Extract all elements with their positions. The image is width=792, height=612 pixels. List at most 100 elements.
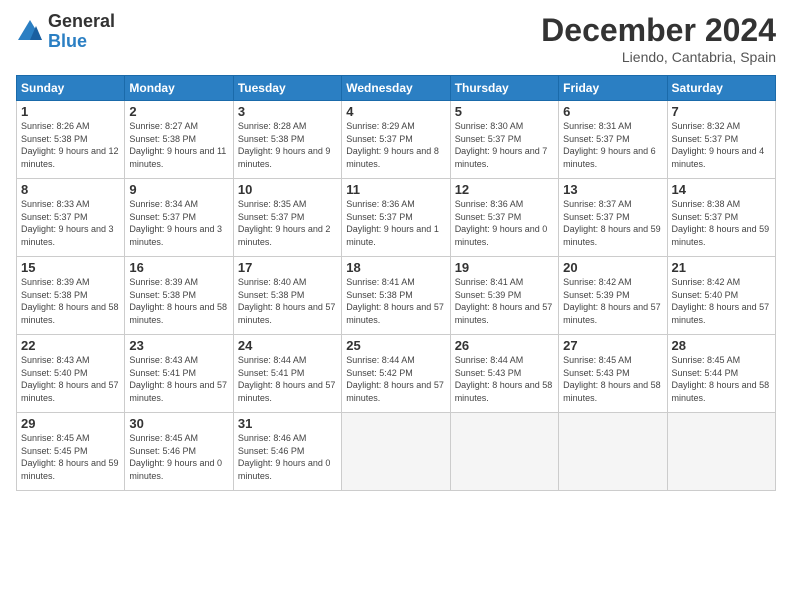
day-info: Sunrise: 8:31 AMSunset: 5:37 PMDaylight:… <box>563 120 662 170</box>
calendar-cell: 27Sunrise: 8:45 AMSunset: 5:43 PMDayligh… <box>559 335 667 413</box>
day-info: Sunrise: 8:33 AMSunset: 5:37 PMDaylight:… <box>21 198 120 248</box>
day-info: Sunrise: 8:43 AMSunset: 5:40 PMDaylight:… <box>21 354 120 404</box>
day-number: 31 <box>238 416 337 431</box>
day-info: Sunrise: 8:29 AMSunset: 5:37 PMDaylight:… <box>346 120 445 170</box>
calendar-table: Sunday Monday Tuesday Wednesday Thursday… <box>16 75 776 491</box>
col-monday: Monday <box>125 76 233 101</box>
calendar-cell: 25Sunrise: 8:44 AMSunset: 5:42 PMDayligh… <box>342 335 450 413</box>
day-number: 25 <box>346 338 445 353</box>
col-thursday: Thursday <box>450 76 558 101</box>
month-title: December 2024 <box>541 12 776 49</box>
calendar-cell: 20Sunrise: 8:42 AMSunset: 5:39 PMDayligh… <box>559 257 667 335</box>
day-number: 23 <box>129 338 228 353</box>
calendar-cell: 19Sunrise: 8:41 AMSunset: 5:39 PMDayligh… <box>450 257 558 335</box>
day-info: Sunrise: 8:28 AMSunset: 5:38 PMDaylight:… <box>238 120 337 170</box>
day-number: 3 <box>238 104 337 119</box>
calendar-cell: 8Sunrise: 8:33 AMSunset: 5:37 PMDaylight… <box>17 179 125 257</box>
day-number: 21 <box>672 260 771 275</box>
day-info: Sunrise: 8:39 AMSunset: 5:38 PMDaylight:… <box>21 276 120 326</box>
day-info: Sunrise: 8:40 AMSunset: 5:38 PMDaylight:… <box>238 276 337 326</box>
day-info: Sunrise: 8:34 AMSunset: 5:37 PMDaylight:… <box>129 198 228 248</box>
calendar-cell: 1Sunrise: 8:26 AMSunset: 5:38 PMDaylight… <box>17 101 125 179</box>
day-number: 19 <box>455 260 554 275</box>
day-number: 18 <box>346 260 445 275</box>
day-number: 11 <box>346 182 445 197</box>
day-info: Sunrise: 8:42 AMSunset: 5:40 PMDaylight:… <box>672 276 771 326</box>
day-info: Sunrise: 8:32 AMSunset: 5:37 PMDaylight:… <box>672 120 771 170</box>
col-sunday: Sunday <box>17 76 125 101</box>
calendar-week-1: 1Sunrise: 8:26 AMSunset: 5:38 PMDaylight… <box>17 101 776 179</box>
col-wednesday: Wednesday <box>342 76 450 101</box>
calendar-cell: 30Sunrise: 8:45 AMSunset: 5:46 PMDayligh… <box>125 413 233 491</box>
calendar-cell: 15Sunrise: 8:39 AMSunset: 5:38 PMDayligh… <box>17 257 125 335</box>
calendar-cell: 10Sunrise: 8:35 AMSunset: 5:37 PMDayligh… <box>233 179 341 257</box>
calendar-cell: 31Sunrise: 8:46 AMSunset: 5:46 PMDayligh… <box>233 413 341 491</box>
day-number: 4 <box>346 104 445 119</box>
logo-icon <box>16 18 44 46</box>
calendar-cell: 24Sunrise: 8:44 AMSunset: 5:41 PMDayligh… <box>233 335 341 413</box>
day-info: Sunrise: 8:36 AMSunset: 5:37 PMDaylight:… <box>455 198 554 248</box>
calendar-cell: 3Sunrise: 8:28 AMSunset: 5:38 PMDaylight… <box>233 101 341 179</box>
calendar-cell: 26Sunrise: 8:44 AMSunset: 5:43 PMDayligh… <box>450 335 558 413</box>
day-info: Sunrise: 8:41 AMSunset: 5:38 PMDaylight:… <box>346 276 445 326</box>
day-number: 14 <box>672 182 771 197</box>
calendar-week-3: 15Sunrise: 8:39 AMSunset: 5:38 PMDayligh… <box>17 257 776 335</box>
day-info: Sunrise: 8:45 AMSunset: 5:46 PMDaylight:… <box>129 432 228 482</box>
day-number: 2 <box>129 104 228 119</box>
day-info: Sunrise: 8:35 AMSunset: 5:37 PMDaylight:… <box>238 198 337 248</box>
day-number: 1 <box>21 104 120 119</box>
day-info: Sunrise: 8:41 AMSunset: 5:39 PMDaylight:… <box>455 276 554 326</box>
day-number: 22 <box>21 338 120 353</box>
logo-general: General <box>48 12 115 32</box>
day-info: Sunrise: 8:44 AMSunset: 5:42 PMDaylight:… <box>346 354 445 404</box>
calendar-cell <box>559 413 667 491</box>
day-info: Sunrise: 8:44 AMSunset: 5:43 PMDaylight:… <box>455 354 554 404</box>
logo: General Blue <box>16 12 115 52</box>
calendar-cell: 22Sunrise: 8:43 AMSunset: 5:40 PMDayligh… <box>17 335 125 413</box>
calendar-cell: 9Sunrise: 8:34 AMSunset: 5:37 PMDaylight… <box>125 179 233 257</box>
calendar-cell <box>342 413 450 491</box>
calendar-cell <box>450 413 558 491</box>
calendar-cell: 2Sunrise: 8:27 AMSunset: 5:38 PMDaylight… <box>125 101 233 179</box>
day-number: 27 <box>563 338 662 353</box>
calendar-cell: 13Sunrise: 8:37 AMSunset: 5:37 PMDayligh… <box>559 179 667 257</box>
day-info: Sunrise: 8:38 AMSunset: 5:37 PMDaylight:… <box>672 198 771 248</box>
day-number: 17 <box>238 260 337 275</box>
day-info: Sunrise: 8:43 AMSunset: 5:41 PMDaylight:… <box>129 354 228 404</box>
day-number: 16 <box>129 260 228 275</box>
day-number: 5 <box>455 104 554 119</box>
day-info: Sunrise: 8:45 AMSunset: 5:45 PMDaylight:… <box>21 432 120 482</box>
day-number: 9 <box>129 182 228 197</box>
calendar-cell: 23Sunrise: 8:43 AMSunset: 5:41 PMDayligh… <box>125 335 233 413</box>
header-row: Sunday Monday Tuesday Wednesday Thursday… <box>17 76 776 101</box>
calendar-week-5: 29Sunrise: 8:45 AMSunset: 5:45 PMDayligh… <box>17 413 776 491</box>
calendar-cell: 5Sunrise: 8:30 AMSunset: 5:37 PMDaylight… <box>450 101 558 179</box>
day-number: 7 <box>672 104 771 119</box>
day-info: Sunrise: 8:39 AMSunset: 5:38 PMDaylight:… <box>129 276 228 326</box>
calendar-cell: 12Sunrise: 8:36 AMSunset: 5:37 PMDayligh… <box>450 179 558 257</box>
calendar-cell: 14Sunrise: 8:38 AMSunset: 5:37 PMDayligh… <box>667 179 775 257</box>
calendar-cell: 6Sunrise: 8:31 AMSunset: 5:37 PMDaylight… <box>559 101 667 179</box>
day-number: 8 <box>21 182 120 197</box>
day-number: 10 <box>238 182 337 197</box>
title-block: December 2024 Liendo, Cantabria, Spain <box>541 12 776 65</box>
day-number: 29 <box>21 416 120 431</box>
calendar-cell: 4Sunrise: 8:29 AMSunset: 5:37 PMDaylight… <box>342 101 450 179</box>
day-number: 26 <box>455 338 554 353</box>
logo-blue: Blue <box>48 32 115 52</box>
logo-text: General Blue <box>48 12 115 52</box>
day-info: Sunrise: 8:30 AMSunset: 5:37 PMDaylight:… <box>455 120 554 170</box>
day-number: 20 <box>563 260 662 275</box>
day-number: 12 <box>455 182 554 197</box>
day-info: Sunrise: 8:37 AMSunset: 5:37 PMDaylight:… <box>563 198 662 248</box>
day-number: 6 <box>563 104 662 119</box>
header: General Blue December 2024 Liendo, Canta… <box>16 12 776 65</box>
calendar-cell: 11Sunrise: 8:36 AMSunset: 5:37 PMDayligh… <box>342 179 450 257</box>
day-number: 28 <box>672 338 771 353</box>
day-info: Sunrise: 8:44 AMSunset: 5:41 PMDaylight:… <box>238 354 337 404</box>
location: Liendo, Cantabria, Spain <box>541 49 776 65</box>
day-number: 24 <box>238 338 337 353</box>
calendar-cell: 16Sunrise: 8:39 AMSunset: 5:38 PMDayligh… <box>125 257 233 335</box>
day-info: Sunrise: 8:45 AMSunset: 5:43 PMDaylight:… <box>563 354 662 404</box>
day-info: Sunrise: 8:26 AMSunset: 5:38 PMDaylight:… <box>21 120 120 170</box>
